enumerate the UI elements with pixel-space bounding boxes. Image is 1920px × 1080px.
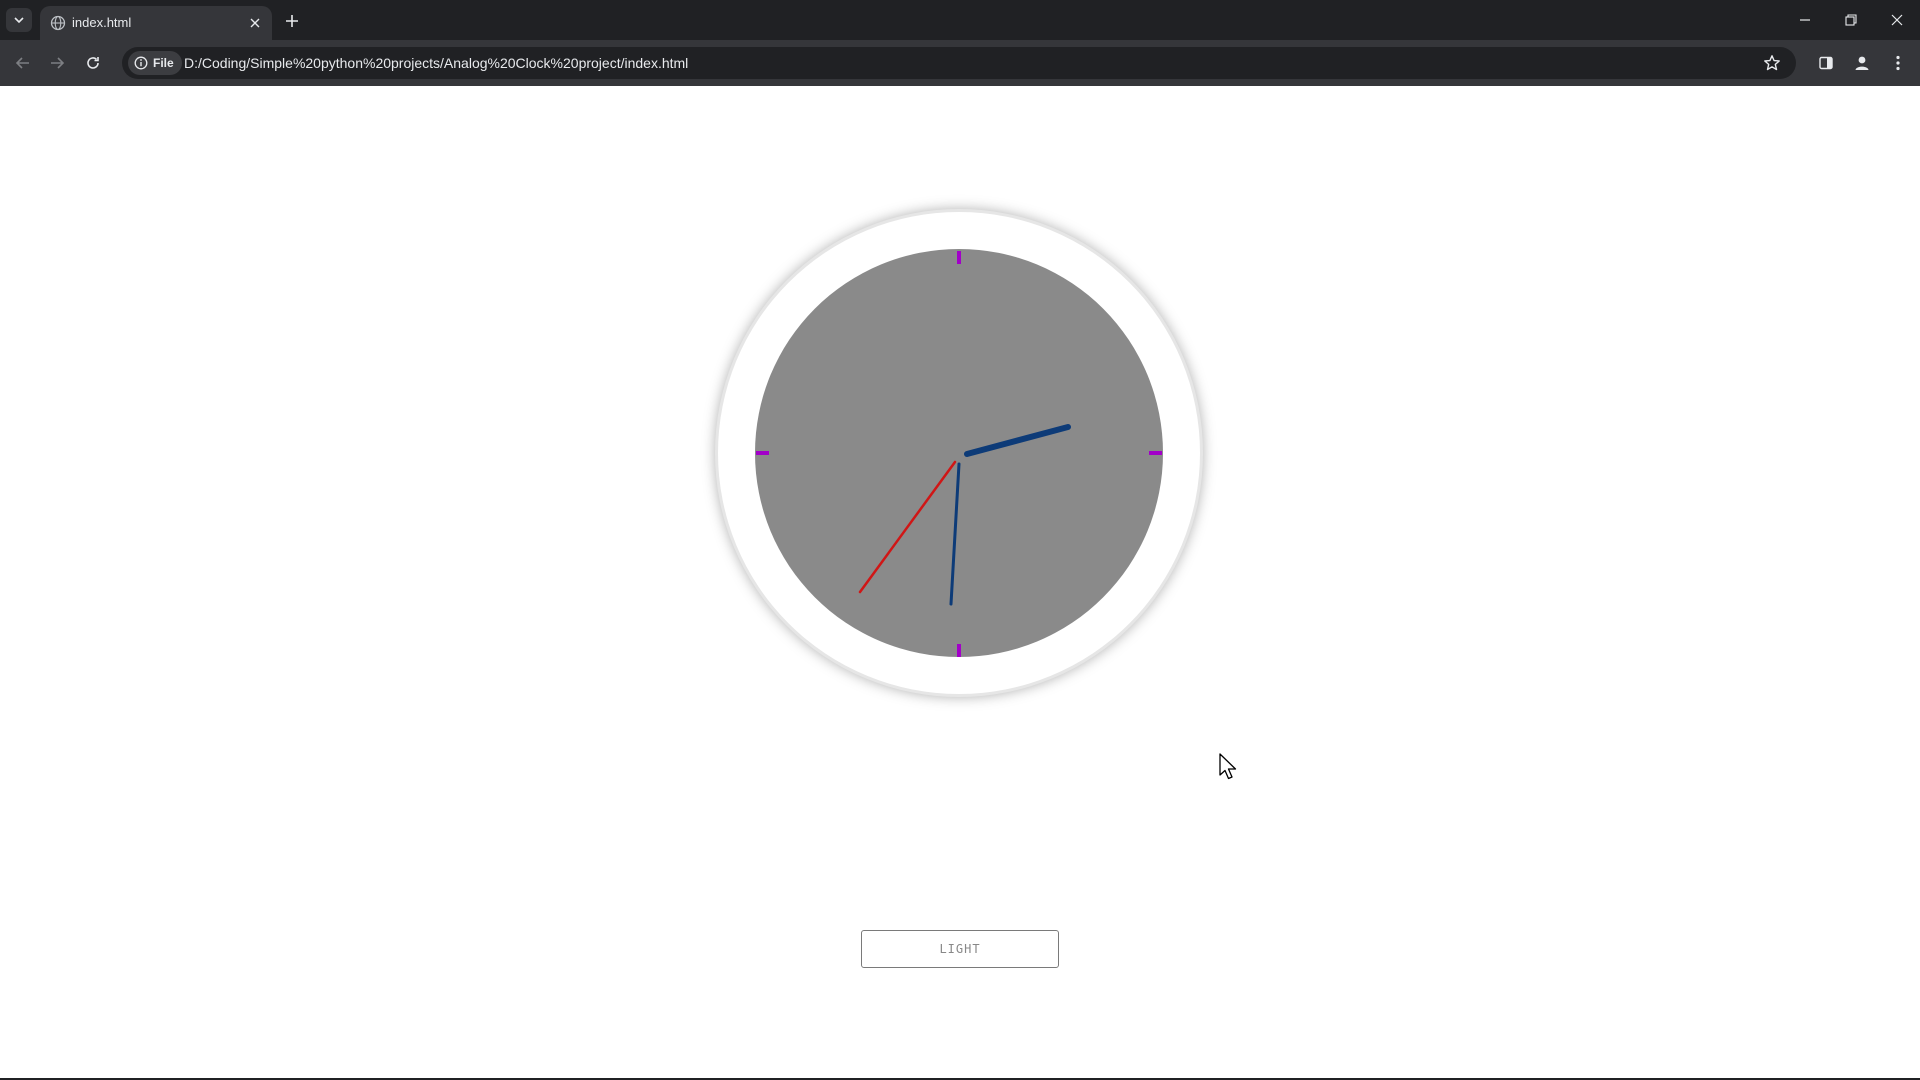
arrow-right-icon bbox=[51, 57, 65, 69]
new-tab-button[interactable] bbox=[280, 9, 304, 33]
bookmark-button[interactable] bbox=[1762, 53, 1782, 73]
side-panel-icon bbox=[1819, 56, 1833, 70]
url-text[interactable]: D:/Coding/Simple%20python%20projects/Ana… bbox=[184, 55, 688, 71]
tab-list-button[interactable] bbox=[6, 8, 32, 32]
clock-face bbox=[755, 249, 1163, 657]
arrow-left-icon bbox=[15, 57, 29, 69]
browser-menu-button[interactable] bbox=[1886, 51, 1910, 75]
mouse-cursor-icon bbox=[1219, 753, 1237, 780]
light-mode-button[interactable]: LIGHT bbox=[861, 930, 1059, 968]
browser-title-bar: index.html bbox=[0, 0, 1920, 40]
site-chip-label: File bbox=[153, 56, 174, 70]
close-window-icon bbox=[1891, 14, 1903, 26]
chevron-down-icon bbox=[14, 17, 24, 24]
close-icon bbox=[250, 18, 260, 28]
reload-button[interactable] bbox=[80, 50, 106, 76]
restore-button[interactable] bbox=[1828, 0, 1874, 40]
tab-title: index.html bbox=[72, 15, 132, 30]
close-tab-button[interactable] bbox=[246, 14, 264, 32]
profile-icon bbox=[1855, 56, 1869, 70]
plus-icon bbox=[286, 15, 298, 27]
reload-icon bbox=[87, 57, 99, 69]
minimize-button[interactable] bbox=[1782, 0, 1828, 40]
minimize-icon bbox=[1800, 19, 1810, 21]
kebab-menu-icon bbox=[1896, 55, 1900, 71]
site-info-chip[interactable]: File bbox=[128, 51, 182, 75]
forward-button[interactable] bbox=[44, 50, 70, 76]
restore-icon bbox=[1845, 14, 1857, 26]
browser-toolbar: File D:/Coding/Simple%20python%20project… bbox=[0, 40, 1920, 86]
profile-button[interactable] bbox=[1850, 51, 1874, 75]
globe-icon bbox=[50, 15, 66, 31]
info-icon bbox=[134, 56, 148, 70]
back-button[interactable] bbox=[10, 50, 36, 76]
side-panel-button[interactable] bbox=[1814, 51, 1838, 75]
tab-index-html[interactable]: index.html bbox=[40, 6, 272, 40]
analog-clock bbox=[755, 249, 1163, 657]
star-icon bbox=[1764, 55, 1780, 71]
address-bar[interactable]: File D:/Coding/Simple%20python%20project… bbox=[122, 47, 1796, 79]
close-window-button[interactable] bbox=[1874, 0, 1920, 40]
